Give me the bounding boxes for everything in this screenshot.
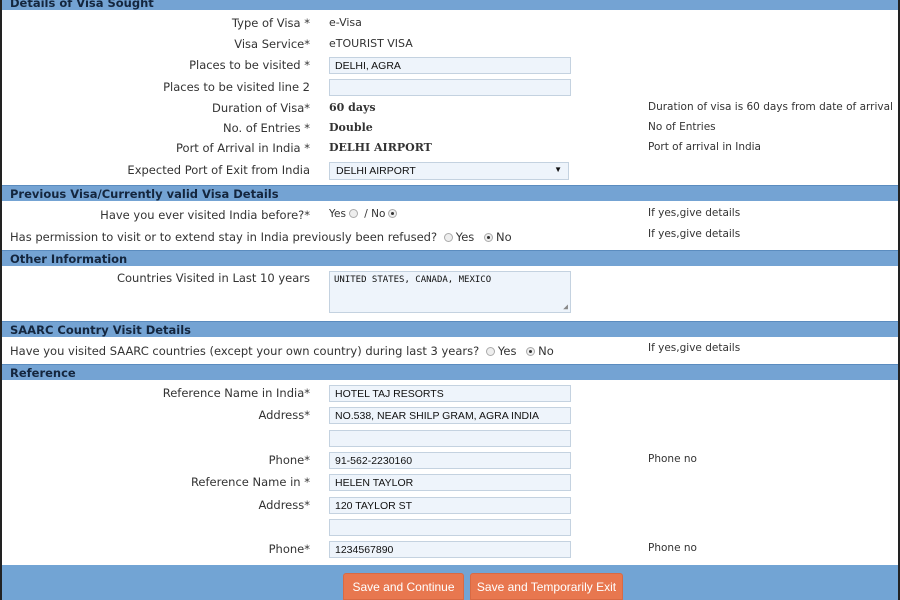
places-input[interactable]: DELHI, AGRA	[329, 57, 571, 74]
ref-name-home-label: Reference Name in *	[190, 475, 310, 489]
type-of-visa-value: e-Visa	[329, 16, 362, 29]
ref-address-india-input[interactable]: NO.538, NEAR SHILP GRAM, AGRA INDIA	[329, 407, 571, 424]
refused-yes-label: Yes	[455, 230, 475, 244]
ref-phone-india-input[interactable]: 91-562-2230160	[329, 452, 571, 469]
saarc-yes-label: Yes	[497, 344, 517, 358]
places-label: Places to be visited *	[189, 58, 310, 72]
exit-port-value: DELHI AIRPORT	[336, 165, 416, 177]
section-header-saarc: SAARC Country Visit Details	[2, 321, 898, 337]
ref-address-home-input[interactable]: 120 TAYLOR ST	[329, 497, 571, 514]
ref-name-india-label: Reference Name in India*	[162, 386, 310, 400]
saarc-no-label: No	[538, 344, 554, 358]
visa-service-value: eTOURIST VISA	[329, 37, 413, 50]
section-header-visa: Details of Visa Sought	[2, 0, 898, 10]
type-of-visa-label: Type of Visa *	[231, 16, 310, 30]
visited-before-options: Yes / No	[329, 208, 400, 220]
entries-hint: No of Entries	[648, 121, 716, 133]
ref-name-india-input[interactable]: HOTEL TAJ RESORTS	[329, 385, 571, 402]
refused-no-radio[interactable]	[483, 233, 493, 242]
refused-no-label: No	[495, 230, 512, 244]
ref-phone-home-label: Phone*	[268, 542, 310, 556]
saarc-yes-radio[interactable]	[485, 347, 495, 356]
visited-before-label: Have you ever visited India before?*	[100, 208, 310, 222]
arrival-value: DELHI AIRPORT	[329, 141, 432, 154]
ref-phone-india-hint: Phone no	[648, 453, 697, 465]
places2-input[interactable]	[329, 79, 571, 96]
ref-phone-india-label: Phone*	[268, 453, 310, 467]
refused-yes-radio[interactable]	[443, 233, 453, 242]
visited-hint: If yes,give details	[648, 207, 741, 219]
ref-address-home-line2-input[interactable]	[329, 519, 571, 536]
visited-no-radio[interactable]	[388, 209, 398, 218]
duration-label: Duration of Visa*	[212, 101, 310, 115]
refused-hint: If yes,give details	[648, 228, 741, 240]
saarc-no-radio[interactable]	[526, 347, 536, 356]
refused-row: Has permission to visit or to extend sta…	[10, 230, 512, 244]
countries-value: UNITED STATES, CANADA, MEXICO	[334, 275, 492, 285]
ref-phone-home-input[interactable]: 1234567890	[329, 541, 571, 558]
ref-phone-home-hint: Phone no	[648, 542, 697, 554]
entries-label: No. of Entries *	[223, 121, 310, 135]
section-header-reference: Reference	[2, 364, 898, 380]
countries-textarea[interactable]: UNITED STATES, CANADA, MEXICO ◢	[329, 271, 571, 313]
duration-hint: Duration of visa is 60 days from date of…	[648, 101, 893, 113]
section-header-other: Other Information	[2, 250, 898, 266]
visa-service-label: Visa Service*	[234, 37, 310, 51]
ref-address-india-label: Address*	[258, 408, 310, 422]
places2-label: Places to be visited line 2	[163, 80, 310, 94]
save-and-exit-button[interactable]: Save and Temporarily Exit	[470, 573, 623, 600]
saarc-row: Have you visited SAARC countries (except…	[10, 344, 554, 358]
visited-yes-radio[interactable]	[348, 209, 358, 218]
duration-value: 60 days	[329, 101, 376, 114]
saarc-label: Have you visited SAARC countries (except…	[10, 344, 480, 358]
resize-grip-icon[interactable]: ◢	[563, 302, 568, 311]
saarc-hint: If yes,give details	[648, 342, 741, 354]
arrival-label: Port of Arrival in India *	[176, 141, 310, 155]
section-header-previous: Previous Visa/Currently valid Visa Detai…	[2, 185, 898, 201]
exit-port-select[interactable]: DELHI AIRPORT ▼	[329, 162, 569, 180]
exit-label: Expected Port of Exit from India	[127, 163, 310, 177]
ref-address-home-label: Address*	[258, 498, 310, 512]
ref-address-india-line2-input[interactable]	[329, 430, 571, 447]
refused-label: Has permission to visit or to extend sta…	[10, 230, 438, 244]
entries-value: Double	[329, 121, 373, 134]
ref-name-home-input[interactable]: HELEN TAYLOR	[329, 474, 571, 491]
save-and-continue-button[interactable]: Save and Continue	[343, 573, 464, 600]
arrival-hint: Port of arrival in India	[648, 141, 761, 153]
countries-label: Countries Visited in Last 10 years	[116, 271, 310, 285]
chevron-down-icon: ▼	[554, 165, 562, 174]
visited-yes-label: Yes	[329, 208, 346, 220]
visited-no-label: / No	[364, 208, 386, 220]
